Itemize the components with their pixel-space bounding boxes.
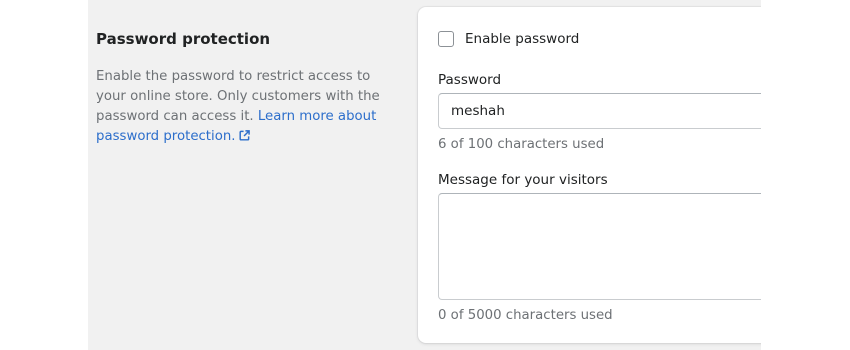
password-input[interactable]: [438, 93, 778, 129]
external-link-icon[interactable]: [238, 128, 250, 148]
password-label: Password: [438, 72, 502, 88]
message-character-count: 0 of 5000 characters used: [438, 308, 613, 323]
section-description: Enable the password to restrict access t…: [96, 67, 396, 148]
right-margin: [761, 0, 850, 350]
section-title: Password protection: [96, 30, 271, 48]
visitor-message-textarea[interactable]: [438, 193, 778, 300]
message-label: Message for your visitors: [438, 172, 608, 188]
enable-password-checkbox[interactable]: [438, 31, 454, 47]
password-character-count: 6 of 100 characters used: [438, 137, 605, 152]
enable-password-option[interactable]: Enable password: [438, 31, 579, 47]
enable-password-label[interactable]: Enable password: [465, 31, 579, 47]
